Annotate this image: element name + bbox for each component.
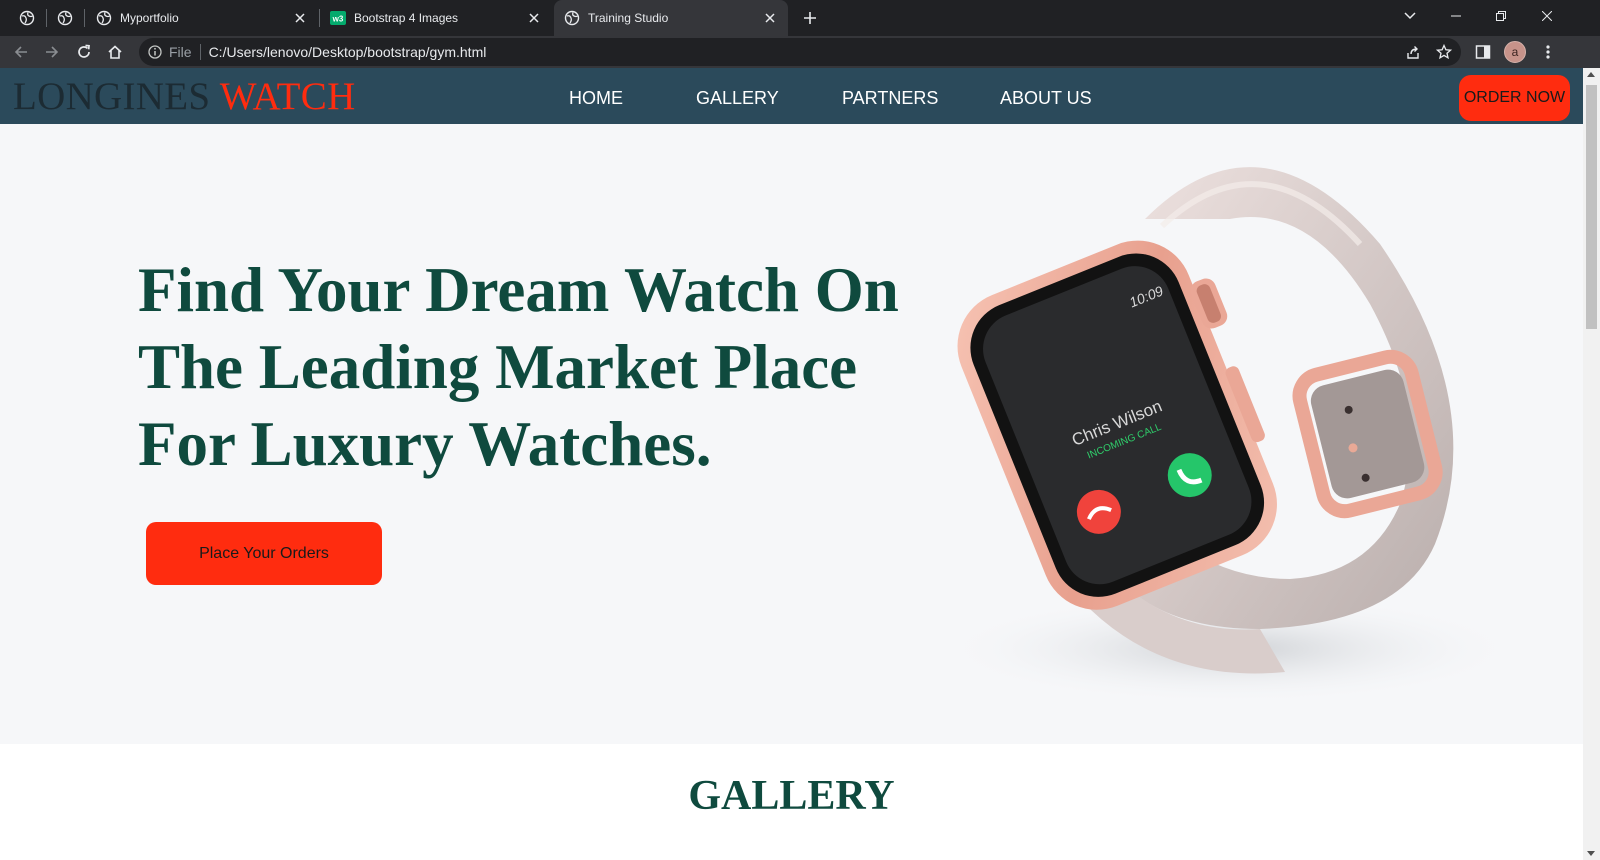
tab-search-chevron-down-icon[interactable]	[1387, 0, 1433, 32]
new-tab-plus-icon[interactable]	[798, 6, 822, 30]
site-navbar: LONGINES WATCH HOME GALLERY PARTNERS ABO…	[0, 68, 1583, 124]
info-icon[interactable]	[147, 44, 163, 60]
smartwatch-image: 10:09 Chris Wilson INCOMING CALL	[940, 167, 1520, 704]
w3schools-icon: w3	[330, 10, 346, 26]
gallery-section-title: GALLERY	[688, 773, 895, 819]
tab-training-studio[interactable]: Training Studio	[554, 0, 788, 36]
scroll-up-arrow-icon[interactable]	[1587, 72, 1595, 77]
tab-bootstrap-images[interactable]: w3 Bootstrap 4 Images	[320, 0, 552, 36]
tab-myportfolio[interactable]: Myportfolio	[86, 0, 318, 36]
close-icon[interactable]	[762, 10, 778, 26]
forward-arrow-icon[interactable]	[40, 40, 64, 64]
address-bar[interactable]: File C:/Users/lenovo/Desktop/bootstrap/g…	[139, 38, 1461, 66]
nav-link-gallery[interactable]: GALLERY	[696, 88, 779, 109]
order-now-button[interactable]: ORDER NOW	[1459, 75, 1570, 121]
scrollbar-thumb[interactable]	[1586, 85, 1597, 329]
tab-title: Myportfolio	[120, 11, 179, 25]
page-viewport: LONGINES WATCH HOME GALLERY PARTNERS ABO…	[0, 68, 1583, 860]
scroll-down-arrow-icon[interactable]	[1587, 851, 1595, 856]
restore-icon[interactable]	[1478, 0, 1524, 32]
url-text[interactable]: C:/Users/lenovo/Desktop/bootstrap/gym.ht…	[209, 44, 487, 60]
bookmark-star-icon[interactable]	[1435, 43, 1453, 61]
svg-text:w3: w3	[332, 15, 344, 24]
brand-logo[interactable]: LONGINES WATCH	[13, 74, 356, 119]
kebab-menu-icon[interactable]	[1538, 42, 1558, 62]
globe-icon	[96, 10, 112, 26]
close-icon[interactable]	[526, 10, 542, 26]
reload-icon[interactable]	[72, 40, 96, 64]
page-scrollbar[interactable]	[1583, 68, 1600, 860]
nav-link-home[interactable]: HOME	[569, 88, 623, 109]
hero-headline: Find Your Dream Watch On The Leading Mar…	[138, 255, 899, 479]
profile-avatar[interactable]: a	[1504, 41, 1526, 63]
back-arrow-icon[interactable]	[9, 40, 33, 64]
globe-icon	[564, 10, 580, 26]
close-icon[interactable]	[292, 10, 308, 26]
tab-title: Bootstrap 4 Images	[354, 11, 459, 25]
browser-tab-bar: Myportfolio w3 Bootstrap 4 Images Traini…	[0, 0, 1600, 36]
hero-section: Find Your Dream Watch On The Leading Mar…	[0, 124, 1583, 744]
nav-link-about-us[interactable]: ABOUT US	[1000, 88, 1092, 109]
browser-toolbar: File C:/Users/lenovo/Desktop/bootstrap/g…	[0, 36, 1600, 68]
scheme-label: File	[169, 44, 192, 60]
side-panel-icon[interactable]	[1473, 42, 1493, 62]
nav-link-partners[interactable]: PARTNERS	[842, 88, 938, 109]
minimize-icon[interactable]	[1433, 0, 1479, 32]
pinned-tab-globe-icon[interactable]	[15, 6, 39, 30]
tab-title: Training Studio	[588, 11, 669, 25]
pinned-tab-globe-icon[interactable]	[53, 6, 77, 30]
place-orders-button[interactable]: Place Your Orders	[146, 522, 382, 585]
share-icon[interactable]	[1404, 43, 1422, 61]
close-window-icon[interactable]	[1524, 0, 1570, 32]
home-icon[interactable]	[103, 40, 127, 64]
